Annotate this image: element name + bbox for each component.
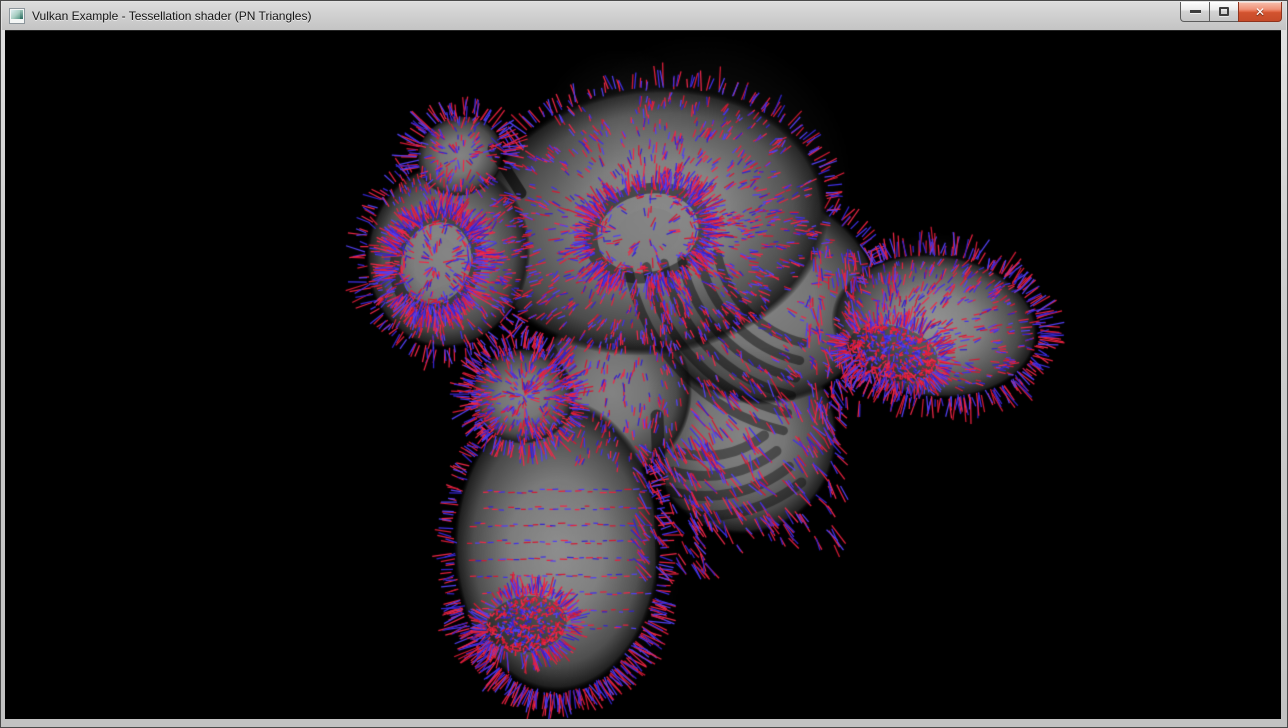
maximize-icon <box>1219 7 1229 16</box>
window-controls: ✕ <box>1180 2 1282 22</box>
close-icon: ✕ <box>1255 6 1265 18</box>
vulkan-example-window: Vulkan Example - Tessellation shader (PN… <box>0 0 1288 728</box>
app-icon[interactable] <box>9 8 25 24</box>
maximize-button[interactable] <box>1209 2 1239 22</box>
minimize-button[interactable] <box>1180 2 1210 22</box>
minimize-icon <box>1190 10 1201 13</box>
render-canvas[interactable] <box>5 31 1281 719</box>
close-button[interactable]: ✕ <box>1238 2 1282 22</box>
window-title: Vulkan Example - Tessellation shader (PN… <box>32 9 311 23</box>
viewport <box>5 30 1281 719</box>
titlebar[interactable]: Vulkan Example - Tessellation shader (PN… <box>2 2 1286 30</box>
